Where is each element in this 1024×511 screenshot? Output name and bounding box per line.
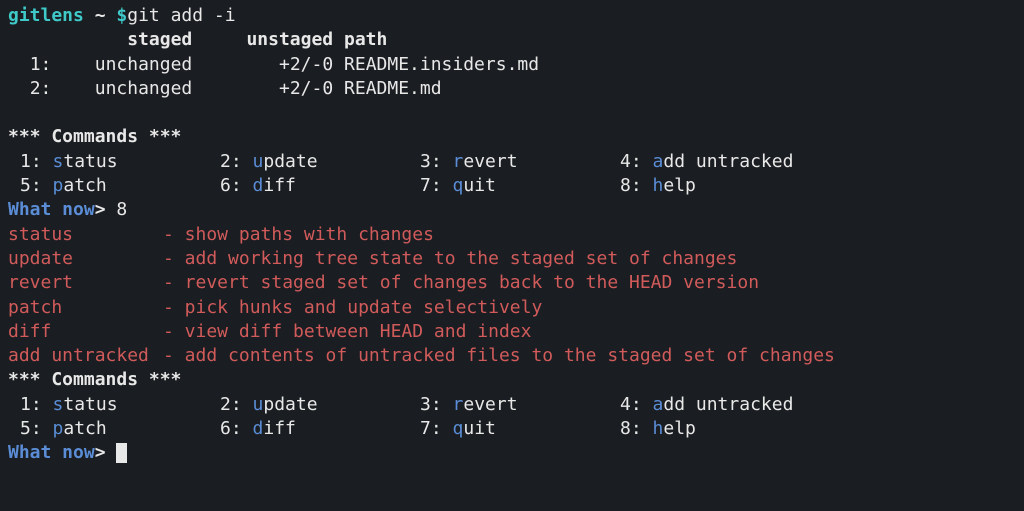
col-staged: staged [127, 29, 192, 50]
col-path: path [344, 29, 387, 50]
col-unstaged: unstaged [246, 29, 333, 50]
cmd-status[interactable]: 1: status [20, 393, 220, 417]
commands-header: *** Commands *** [8, 368, 1016, 392]
help-desc: - view diff between HEAD and index [163, 320, 1016, 344]
cmd-update[interactable]: 2: update [220, 150, 420, 174]
cmd-status[interactable]: 1: status [20, 150, 220, 174]
blank-line [8, 101, 1016, 125]
help-desc: - add working tree state to the staged s… [163, 247, 1016, 271]
cmd-quit[interactable]: 7: quit [420, 174, 620, 198]
what-now-prompt[interactable]: What now> [8, 441, 1016, 465]
help-cmd: status [8, 223, 163, 247]
cmd-diff[interactable]: 6: diff [220, 417, 420, 441]
cmd-help[interactable]: 8: help [620, 174, 860, 198]
row-unstaged: +2/-0 [279, 78, 333, 99]
cmd-revert[interactable]: 3: revert [420, 150, 620, 174]
row-path: README.md [344, 78, 442, 99]
cmd-add-untracked[interactable]: 4: add untracked [620, 150, 860, 174]
row-num: 1: [30, 54, 52, 75]
row-num: 2: [30, 78, 52, 99]
row-unstaged: +2/-0 [279, 54, 333, 75]
cmd-revert[interactable]: 3: revert [420, 393, 620, 417]
help-cmd: patch [8, 296, 163, 320]
help-cmd: revert [8, 271, 163, 295]
help-output: status- show paths with changes update- … [8, 223, 1016, 369]
cursor-icon [116, 443, 127, 463]
row-path: README.insiders.md [344, 54, 539, 75]
cmd-add-untracked[interactable]: 4: add untracked [620, 393, 860, 417]
prompt-tilde: ~ [95, 5, 106, 26]
commands-header: *** Commands *** [8, 125, 1016, 149]
row-staged: unchanged [95, 54, 193, 75]
prompt-user: gitlens [8, 5, 84, 26]
cmd-patch[interactable]: 5: patch [20, 417, 220, 441]
cmd-diff[interactable]: 6: diff [220, 174, 420, 198]
cmd-patch[interactable]: 5: patch [20, 174, 220, 198]
commands-menu: 1: status 2: update 3: revert 4: add unt… [20, 393, 1016, 442]
help-desc: - add contents of untracked files to the… [163, 344, 1016, 368]
row-staged: unchanged [95, 78, 193, 99]
help-desc: - pick hunks and update selectively [163, 296, 1016, 320]
help-cmd: diff [8, 320, 163, 344]
help-desc: - show paths with changes [163, 223, 1016, 247]
help-desc: - revert staged set of changes back to t… [163, 271, 1016, 295]
status-row: 1: unchanged +2/-0 README.insiders.md [8, 53, 1016, 77]
help-cmd: update [8, 247, 163, 271]
shell-command: git add -i [127, 5, 235, 26]
what-now-prompt: What now> 8 [8, 198, 1016, 222]
cmd-update[interactable]: 2: update [220, 393, 420, 417]
terminal-output[interactable]: gitlens ~ $git add -i staged unstaged pa… [8, 4, 1016, 466]
commands-menu: 1: status 2: update 3: revert 4: add unt… [20, 150, 1016, 199]
cmd-help[interactable]: 8: help [620, 417, 860, 441]
help-cmd: add untracked [8, 344, 163, 368]
cmd-quit[interactable]: 7: quit [420, 417, 620, 441]
prompt-dollar: $ [116, 5, 127, 26]
user-input: 8 [116, 199, 127, 220]
status-header-row: staged unstaged path [8, 28, 1016, 52]
shell-prompt-line: gitlens ~ $git add -i [8, 4, 1016, 28]
status-row: 2: unchanged +2/-0 README.md [8, 77, 1016, 101]
